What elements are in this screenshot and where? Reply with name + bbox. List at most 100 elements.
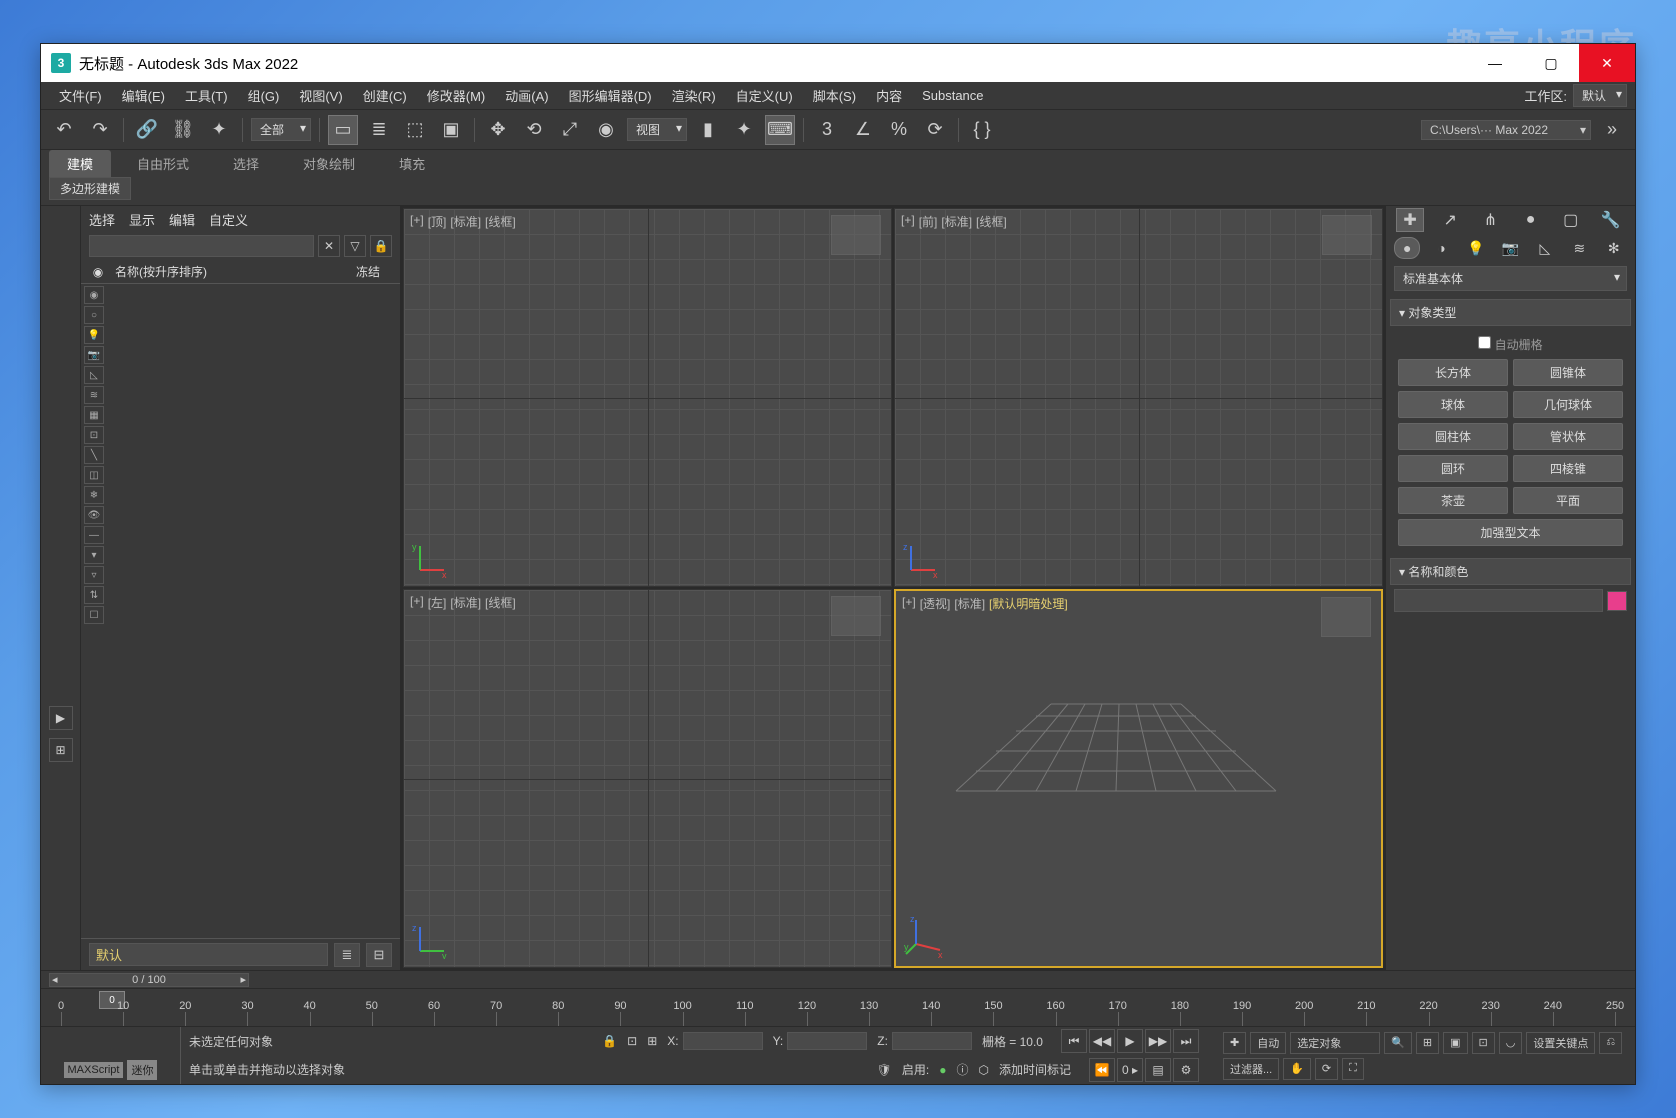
select-by-name-button[interactable]: ≣: [364, 115, 394, 145]
viewport-left-plus[interactable]: [+]: [410, 594, 424, 611]
filter-extra-icon[interactable]: ☐: [84, 606, 104, 624]
nav-zoom-extents-button[interactable]: ▣: [1443, 1032, 1467, 1054]
btn-torus[interactable]: 圆环: [1398, 455, 1508, 482]
prev-frame-button[interactable]: ◀◀: [1089, 1029, 1115, 1053]
btn-sphere[interactable]: 球体: [1398, 391, 1508, 418]
nav-orbit-button[interactable]: ⟳: [1315, 1058, 1338, 1080]
object-name-input[interactable]: [1394, 589, 1603, 612]
viewport-front[interactable]: [+] [前] [标准] [线框] xz: [894, 208, 1383, 587]
btn-plane[interactable]: 平面: [1513, 487, 1623, 514]
scene-object-list[interactable]: [107, 284, 400, 938]
viewport-left-name[interactable]: [左]: [428, 594, 447, 611]
frame-spinner[interactable]: ▤: [1145, 1058, 1171, 1082]
btn-textplus[interactable]: 加强型文本: [1398, 519, 1623, 546]
geometry-type-combo[interactable]: 标准基本体: [1394, 266, 1627, 291]
autogrid-checkbox[interactable]: [1478, 336, 1491, 349]
cmd-tab-hierarchy[interactable]: ⋔: [1476, 208, 1504, 232]
cmd-tab-motion[interactable]: ●: [1517, 208, 1545, 232]
play-button[interactable]: ▶: [1117, 1029, 1143, 1053]
nav-zoom-all-button[interactable]: ⊞: [1416, 1032, 1439, 1054]
menu-rendering[interactable]: 渲染(R): [662, 86, 726, 105]
selection-filter-combo[interactable]: 全部: [251, 118, 311, 141]
ribbon-tab-modeling[interactable]: 建模: [49, 150, 111, 177]
nav-fov-button[interactable]: ⊡: [1472, 1032, 1495, 1054]
filter-frozen-icon[interactable]: ❄: [84, 486, 104, 504]
scene-col-icon[interactable]: ◉: [85, 265, 111, 279]
menu-substance[interactable]: Substance: [912, 88, 993, 103]
menu-tools[interactable]: 工具(T): [175, 86, 238, 105]
object-color-swatch[interactable]: [1607, 591, 1627, 611]
rotate-button[interactable]: ⟲: [519, 115, 549, 145]
scene-col-name[interactable]: 名称(按升序排序): [111, 263, 356, 280]
scene-filter-button[interactable]: ▽: [344, 235, 366, 257]
scene-menu-display[interactable]: 显示: [129, 210, 155, 229]
viewport-top-plus[interactable]: [+]: [410, 213, 424, 230]
scale-button[interactable]: ⤢: [555, 115, 585, 145]
cat-geometry[interactable]: ●: [1394, 237, 1420, 259]
filter-all-icon[interactable]: ▾: [84, 546, 104, 564]
scene-search-input[interactable]: [89, 235, 314, 257]
layer-hierarchy-button[interactable]: ⊟: [366, 943, 392, 967]
filter-hidden-icon[interactable]: 👁: [84, 506, 104, 524]
percent-snap-button[interactable]: %: [884, 115, 914, 145]
viewport-perspective[interactable]: [+] [透视] [标准] [默认明暗处理] xyz: [894, 589, 1383, 968]
toolbar-overflow-button[interactable]: »: [1597, 115, 1627, 145]
viewport-front-plus[interactable]: [+]: [901, 213, 915, 230]
btn-teapot[interactable]: 茶壶: [1398, 487, 1508, 514]
scene-col-freeze[interactable]: 冻结: [356, 263, 396, 280]
filter-lights-icon[interactable]: 💡: [84, 326, 104, 344]
project-path[interactable]: C:\Users\··· Max 2022: [1421, 120, 1591, 140]
lock-selection-icon[interactable]: 🔒: [602, 1034, 617, 1048]
scene-menu-edit[interactable]: 编辑: [169, 210, 195, 229]
scene-search-clear-button[interactable]: ✕: [318, 235, 340, 257]
next-frame-button[interactable]: ▶▶: [1145, 1029, 1171, 1053]
viewport-left-std[interactable]: [标准]: [450, 594, 481, 611]
cat-lights[interactable]: 💡: [1463, 237, 1489, 259]
key-mode-button[interactable]: ⏪: [1089, 1058, 1115, 1082]
cmd-tab-utilities[interactable]: 🔧: [1597, 208, 1625, 232]
viewport-persp-plus[interactable]: [+]: [902, 595, 916, 612]
adaptive-info-icon[interactable]: ⓘ: [956, 1061, 968, 1078]
window-crossing-button[interactable]: ▣: [436, 115, 466, 145]
nav-pan-button[interactable]: ✋: [1283, 1058, 1311, 1080]
viewport-persp-std[interactable]: [标准]: [954, 595, 985, 612]
viewport-top-name[interactable]: [顶]: [428, 213, 447, 230]
btn-tube[interactable]: 管状体: [1513, 423, 1623, 450]
filter-spacewarps-icon[interactable]: ≋: [84, 386, 104, 404]
time-config-button[interactable]: 0 ▸: [1117, 1058, 1143, 1082]
filter-xrefs-icon[interactable]: ⊡: [84, 426, 104, 444]
filter-bone-icon[interactable]: ╲: [84, 446, 104, 464]
viewport-left[interactable]: [+] [左] [标准] [线框] yz: [403, 589, 892, 968]
filter-container-icon[interactable]: ◫: [84, 466, 104, 484]
viewcube-front[interactable]: [1322, 215, 1372, 255]
minimize-button[interactable]: —: [1467, 44, 1523, 82]
viewcube-persp[interactable]: [1321, 597, 1371, 637]
filter-none-icon[interactable]: ▿: [84, 566, 104, 584]
ribbon-tab-object-paint[interactable]: 对象绘制: [285, 150, 373, 177]
menu-customize[interactable]: 自定义(U): [726, 86, 803, 105]
mini-listener-button[interactable]: 迷你: [127, 1060, 157, 1080]
viewport-persp-shade[interactable]: [默认明暗处理]: [989, 595, 1068, 612]
keyframe-arc-button[interactable]: ◡: [1499, 1032, 1523, 1054]
menu-graph-editors[interactable]: 图形编辑器(D): [559, 86, 662, 105]
ribbon-tab-freeform[interactable]: 自由形式: [119, 150, 207, 177]
viewport-layout-button[interactable]: ⊞: [49, 738, 73, 762]
goto-end-button[interactable]: ⏭: [1173, 1029, 1199, 1053]
rollout-object-type[interactable]: ▾ 对象类型: [1390, 299, 1631, 326]
menu-animation[interactable]: 动画(A): [495, 86, 558, 105]
play-macro-button[interactable]: ▶: [49, 706, 73, 730]
keyboard-shortcut-button[interactable]: ⌨: [765, 115, 795, 145]
viewcube-top[interactable]: [831, 215, 881, 255]
comm-center-icon[interactable]: 🛡: [877, 1063, 892, 1077]
layer-manager-button[interactable]: ≣: [334, 943, 360, 967]
layer-name-input[interactable]: [89, 943, 328, 966]
x-input[interactable]: [683, 1032, 763, 1050]
menu-views[interactable]: 视图(V): [289, 86, 352, 105]
cat-cameras[interactable]: 📷: [1497, 237, 1523, 259]
z-input[interactable]: [892, 1032, 972, 1050]
move-button[interactable]: ✥: [483, 115, 513, 145]
viewport-top-shade[interactable]: [线框]: [485, 213, 516, 230]
filter-groups-icon[interactable]: ▦: [84, 406, 104, 424]
redo-button[interactable]: ↷: [85, 115, 115, 145]
select-object-button[interactable]: ▭: [328, 115, 358, 145]
